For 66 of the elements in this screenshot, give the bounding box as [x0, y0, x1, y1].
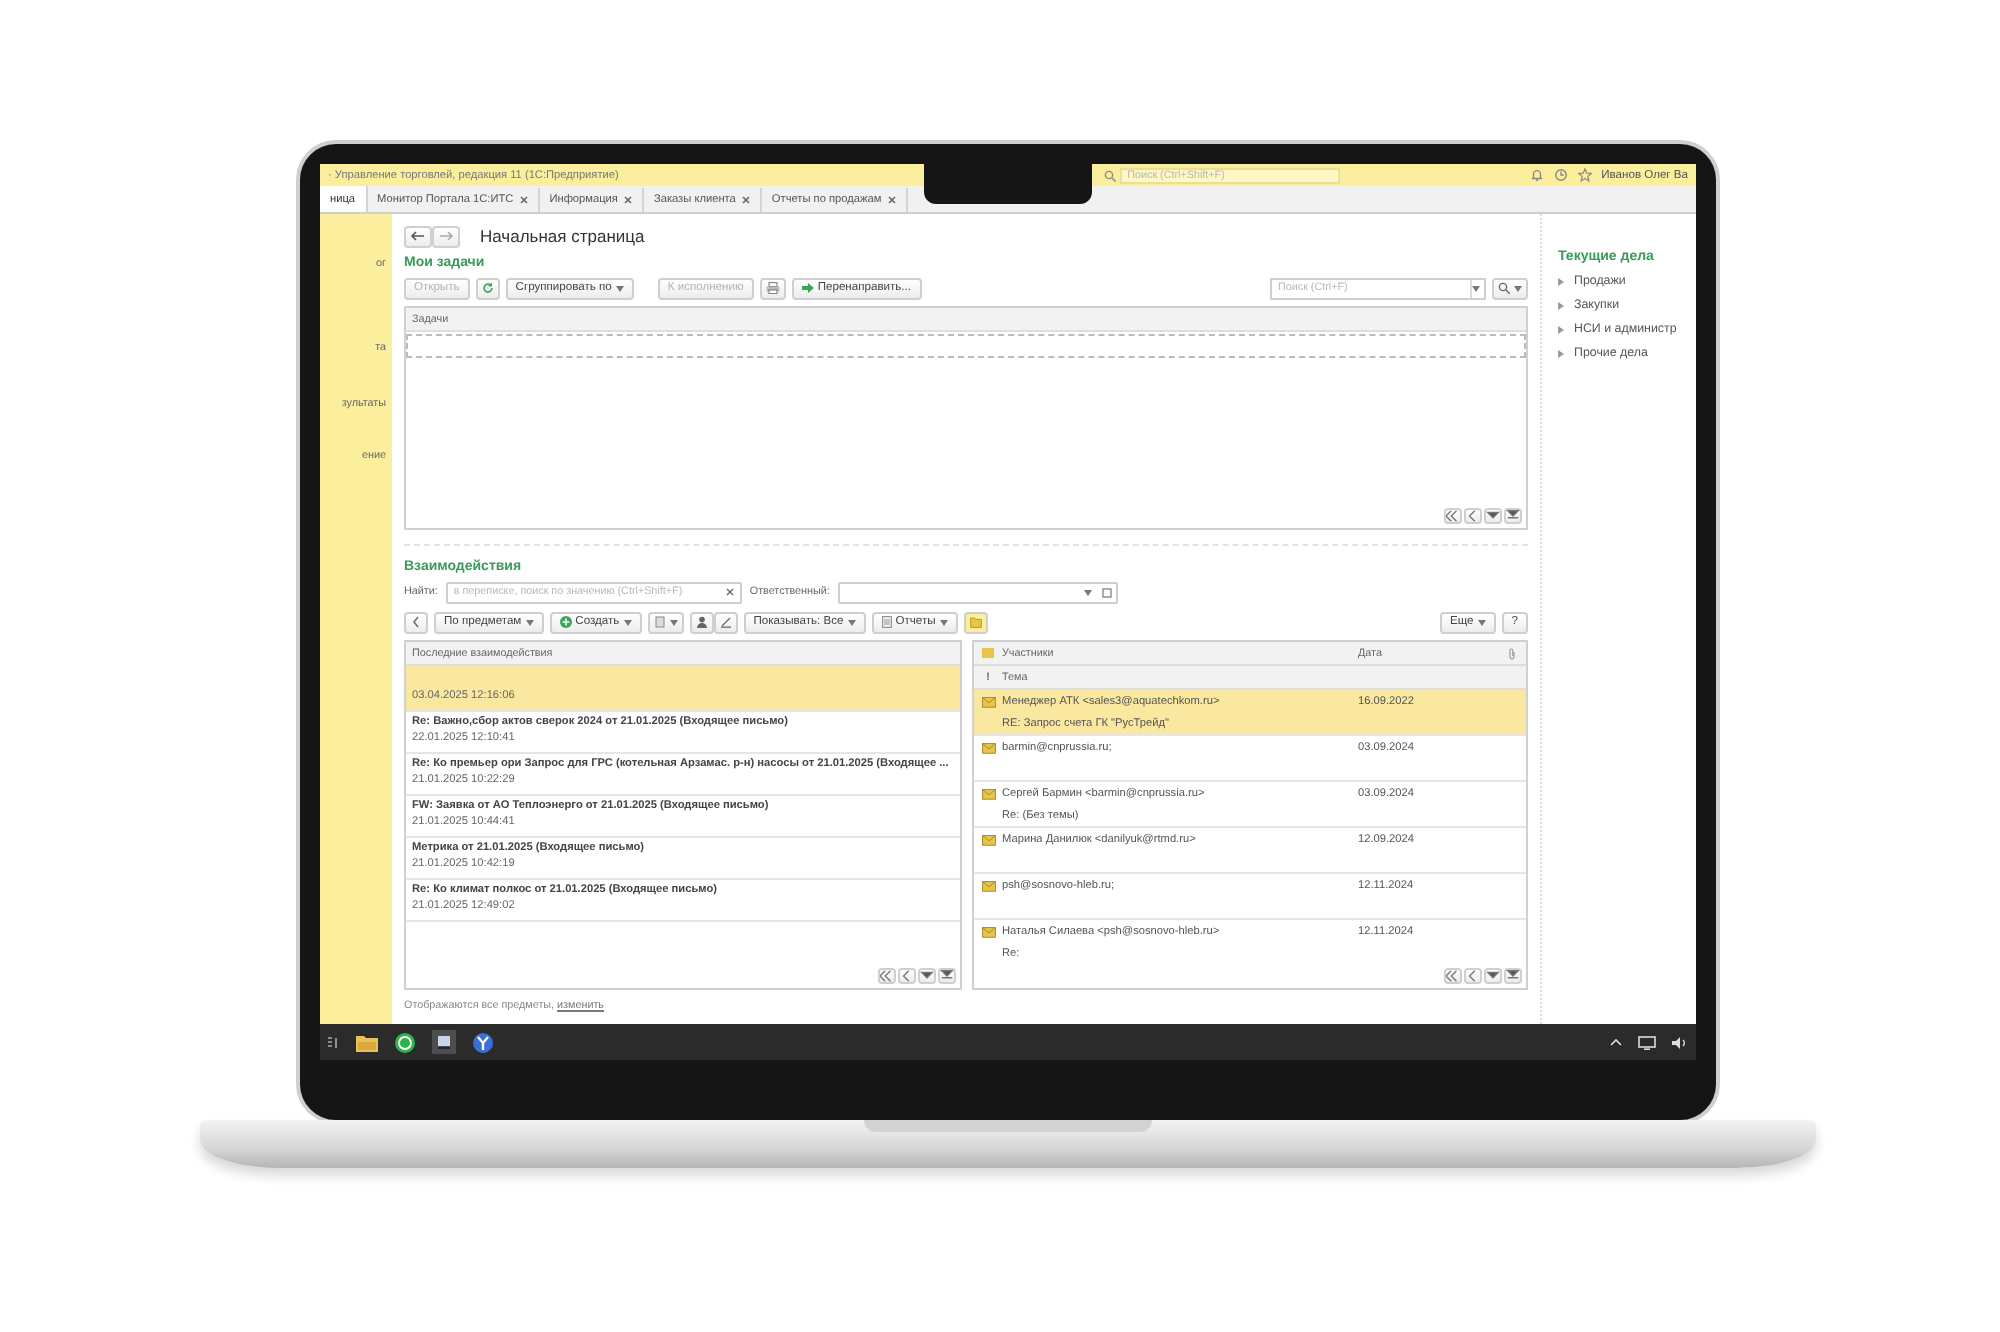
speaker-icon[interactable]: [1672, 1035, 1688, 1049]
last-page-icon[interactable]: [1504, 968, 1522, 984]
responsible-field[interactable]: [837, 581, 1118, 603]
search-icon: [1498, 282, 1510, 294]
close-icon[interactable]: [623, 196, 632, 204]
envelope-icon: [981, 741, 995, 753]
chevron-icon: [1558, 349, 1564, 357]
page-title: Начальная страница: [480, 226, 645, 246]
envelope-icon: [981, 787, 995, 799]
back-icon[interactable]: [404, 225, 432, 247]
back-icon[interactable]: [404, 611, 428, 633]
browser-icon[interactable]: [472, 1031, 494, 1053]
close-icon[interactable]: [741, 196, 750, 204]
close-icon[interactable]: [887, 196, 896, 204]
caret-icon: [1472, 285, 1480, 291]
print-icon[interactable]: [759, 277, 786, 299]
caret-icon: [1084, 589, 1093, 595]
caret-up-icon[interactable]: [1610, 1038, 1622, 1046]
forward-arrow-icon: [801, 282, 814, 294]
caret-icon: [847, 619, 856, 625]
caret-icon: [939, 619, 948, 625]
bell-icon[interactable]: [1529, 168, 1544, 182]
computer-icon[interactable]: [432, 1030, 456, 1054]
user-icon[interactable]: [689, 611, 714, 633]
search-button[interactable]: [1492, 277, 1528, 299]
caret-icon: [525, 619, 534, 625]
next-icon[interactable]: [1484, 968, 1502, 984]
caret-icon: [669, 619, 678, 625]
star-icon[interactable]: [1577, 168, 1592, 182]
paperclip-icon: [1508, 647, 1516, 659]
next-icon[interactable]: [918, 968, 936, 984]
envelope-icon: [981, 879, 995, 891]
clear-icon[interactable]: [725, 588, 734, 596]
chevron-icon: [1558, 325, 1564, 333]
caret-icon: [1477, 619, 1486, 625]
caret-icon: [623, 619, 632, 625]
plus-icon: [559, 616, 572, 628]
refresh-icon[interactable]: [475, 277, 500, 299]
envelope-icon: [982, 648, 994, 658]
caret-icon: [1514, 285, 1522, 291]
chat-icon[interactable]: [394, 1031, 416, 1053]
envelope-icon: [981, 833, 995, 845]
previous-icon[interactable]: [1464, 968, 1482, 984]
envelope-icon: [981, 925, 995, 937]
first-page-icon[interactable]: [1444, 508, 1462, 524]
monitor-icon[interactable]: [1638, 1035, 1656, 1049]
open-icon[interactable]: [1101, 587, 1112, 597]
previous-icon[interactable]: [898, 968, 916, 984]
first-page-icon[interactable]: [1444, 968, 1462, 984]
last-page-icon[interactable]: [1504, 508, 1522, 524]
caret-icon: [615, 285, 624, 291]
document-button[interactable]: [647, 611, 684, 633]
history-icon[interactable]: [1553, 168, 1568, 182]
first-page-icon[interactable]: [878, 968, 896, 984]
previous-icon[interactable]: [1464, 508, 1482, 524]
document-icon: [653, 616, 666, 628]
report-icon: [881, 616, 892, 628]
folder-icon[interactable]: [356, 1033, 378, 1051]
chevron-icon: [1558, 277, 1564, 285]
next-icon[interactable]: [1484, 508, 1502, 524]
search-icon: [1103, 169, 1116, 181]
pen-icon[interactable]: [713, 611, 738, 633]
last-page-icon[interactable]: [938, 968, 956, 984]
chevron-icon: [1558, 301, 1564, 309]
envelope-icon: [981, 695, 995, 707]
close-icon[interactable]: [519, 196, 528, 204]
